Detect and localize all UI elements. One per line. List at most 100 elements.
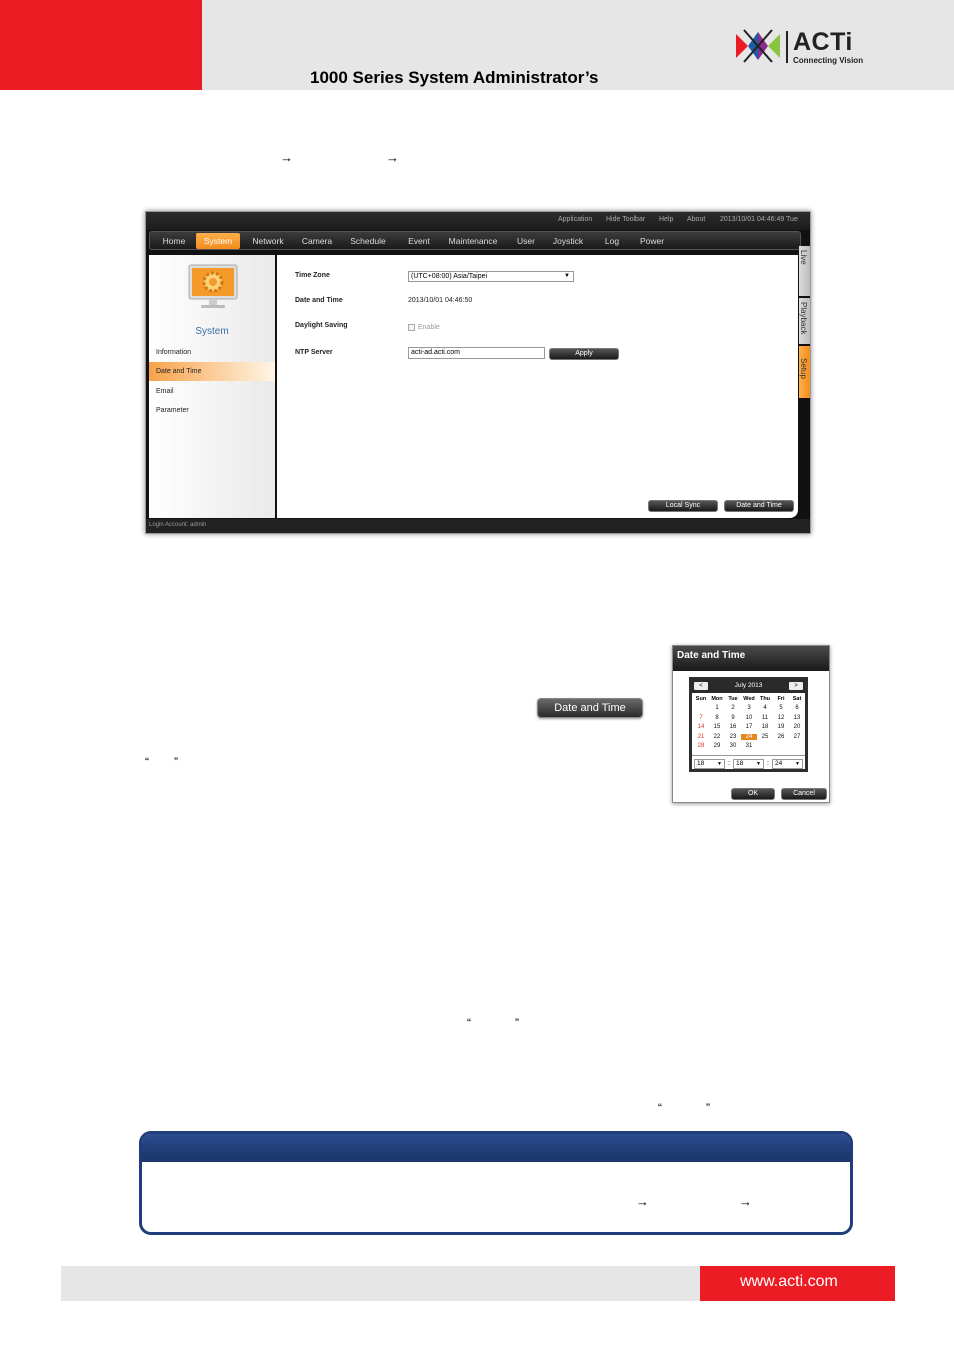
nav-power[interactable]: Power <box>634 233 670 249</box>
time-separator: : <box>728 760 730 767</box>
nav-log[interactable]: Log <box>600 233 624 249</box>
daylight-saving-option: Enable <box>418 324 440 331</box>
calendar-day[interactable]: 5 <box>773 705 789 711</box>
login-account-text: Login Account: admin <box>149 522 207 528</box>
nav-maintenance[interactable]: Maintenance <box>444 233 502 249</box>
nav-camera[interactable]: Camera <box>298 233 336 249</box>
sidebar-item-date-and-time[interactable]: Date and Time <box>149 362 275 381</box>
ok-button[interactable]: OK <box>731 788 775 800</box>
sidebar-item-information[interactable]: Information <box>149 343 275 362</box>
calendar-day[interactable]: 9 <box>725 715 741 721</box>
calendar-day[interactable]: 22 <box>709 734 725 740</box>
calendar-day[interactable]: 19 <box>773 724 789 730</box>
help-link[interactable]: Help <box>659 216 673 223</box>
calendar-day[interactable]: 14 <box>693 724 709 730</box>
calendar-day[interactable]: 13 <box>789 715 805 721</box>
system-sidebar: System Information Date and Time Email P… <box>149 255 275 518</box>
nav-schedule[interactable]: Schedule <box>346 233 390 249</box>
weekday-header: Wed <box>743 696 755 702</box>
calendar-day[interactable]: 16 <box>725 724 741 730</box>
nav-network[interactable]: Network <box>246 233 290 249</box>
sidebar-item-parameter[interactable]: Parameter <box>149 401 275 420</box>
next-month-button[interactable]: > <box>789 682 803 690</box>
nav-event[interactable]: Event <box>402 233 436 249</box>
about-link[interactable]: About <box>687 216 705 223</box>
nav-joystick[interactable]: Joystick <box>548 233 588 249</box>
nav-user[interactable]: User <box>512 233 540 249</box>
close-quote: ” <box>706 1101 710 1115</box>
acti-logo-mark-icon <box>736 29 780 63</box>
calendar-day[interactable]: 23 <box>725 734 741 740</box>
apply-button[interactable]: Apply <box>549 348 619 360</box>
calendar-day[interactable]: 12 <box>773 715 789 721</box>
sidebar-item-email[interactable]: Email <box>149 382 275 401</box>
sidebar-title: System <box>195 326 229 337</box>
calendar-day[interactable]: 2 <box>725 705 741 711</box>
calendar-day[interactable]: 11 <box>757 715 773 721</box>
calendar-day[interactable]: 10 <box>741 715 757 721</box>
calendar-day[interactable]: 8 <box>709 715 725 721</box>
header-red-block <box>0 0 202 90</box>
calendar-day[interactable]: 31 <box>741 743 757 749</box>
footer-gray-band <box>61 1266 700 1301</box>
date-time-settings-panel: Time Zone (UTC+08:00) Asia/Taipei ▼ Date… <box>277 255 798 518</box>
setup-screenshot: Application Hide Toolbar Help About 2013… <box>145 211 811 534</box>
local-sync-button[interactable]: Local Sync <box>648 500 718 512</box>
logo-text: ACTi <box>793 28 853 56</box>
tab-live[interactable]: Live <box>799 246 810 296</box>
system-monitor-gear-icon <box>188 264 238 308</box>
calendar-day[interactable]: 4 <box>757 705 773 711</box>
calendar: < July 2013 > Sun Mon Tue Wed Thu Fri Sat 1 2 3 4 5… <box>689 677 808 772</box>
note-arrow-icon: → <box>636 1194 649 1209</box>
ntp-server-input[interactable]: acti-ad.acti.com <box>408 347 545 359</box>
calendar-day[interactable]: 6 <box>789 705 805 711</box>
ntp-server-label: NTP Server <box>295 349 333 356</box>
calendar-day[interactable]: 27 <box>789 734 805 740</box>
calendar-day[interactable]: 1 <box>709 705 725 711</box>
calendar-day[interactable]: 24 <box>741 733 757 740</box>
chevron-down-icon: ▼ <box>564 273 570 279</box>
calendar-day[interactable]: 28 <box>693 743 709 749</box>
calendar-day[interactable]: 17 <box>741 724 757 730</box>
date-and-time-button-large[interactable]: Date and Time <box>537 698 643 718</box>
time-separator: : <box>767 760 769 767</box>
minute-select[interactable]: 18 ▼ <box>733 759 764 769</box>
calendar-day[interactable]: 20 <box>789 724 805 730</box>
nav-system[interactable]: System <box>196 233 240 249</box>
calendar-day[interactable]: 29 <box>709 743 725 749</box>
second-select[interactable]: 24 ▼ <box>772 759 803 769</box>
close-quote: ” <box>174 755 178 769</box>
weekday-header: Mon <box>711 696 723 702</box>
footer-url[interactable]: www.acti.com <box>740 1273 838 1291</box>
acti-logo: ACTi Connecting Vision <box>734 28 874 68</box>
calendar-day[interactable]: 7 <box>693 715 709 721</box>
calendar-day[interactable]: 25 <box>757 734 773 740</box>
note-box: → → <box>139 1131 853 1235</box>
tab-setup[interactable]: Setup <box>799 346 810 398</box>
hide-toolbar-link[interactable]: Hide Toolbar <box>606 216 645 223</box>
daylight-saving-checkbox[interactable] <box>408 324 415 331</box>
weekday-header: Tue <box>728 696 738 702</box>
cancel-button[interactable]: Cancel <box>781 788 827 800</box>
date-and-time-button[interactable]: Date and Time <box>724 500 794 512</box>
nav-home[interactable]: Home <box>156 233 192 249</box>
calendar-day[interactable]: 26 <box>773 734 789 740</box>
calendar-day[interactable]: 30 <box>725 743 741 749</box>
application-link[interactable]: Application <box>558 216 592 223</box>
chevron-down-icon: ▼ <box>717 761 722 767</box>
breadcrumb-arrow-icon: → <box>280 150 293 165</box>
tab-playback[interactable]: Playback <box>799 298 810 344</box>
calendar-day[interactable]: 3 <box>741 705 757 711</box>
date-time-dialog: Date and Time < July 2013 > Sun Mon Tue Wed… <box>672 645 830 803</box>
hour-select[interactable]: 18 ▼ <box>694 759 725 769</box>
time-zone-label: Time Zone <box>295 272 330 279</box>
main-nav: Home System Network Camera Schedule Even… <box>149 231 801 250</box>
calendar-day[interactable]: 15 <box>709 724 725 730</box>
calendar-day[interactable]: 21 <box>693 734 709 740</box>
calendar-day[interactable]: 18 <box>757 724 773 730</box>
logo-divider <box>786 31 788 63</box>
time-zone-select[interactable]: (UTC+08:00) Asia/Taipei ▼ <box>408 271 574 282</box>
open-quote: “ <box>145 755 149 769</box>
calendar-header: < July 2013 > <box>692 680 805 693</box>
weekday-header: Sat <box>792 696 802 702</box>
